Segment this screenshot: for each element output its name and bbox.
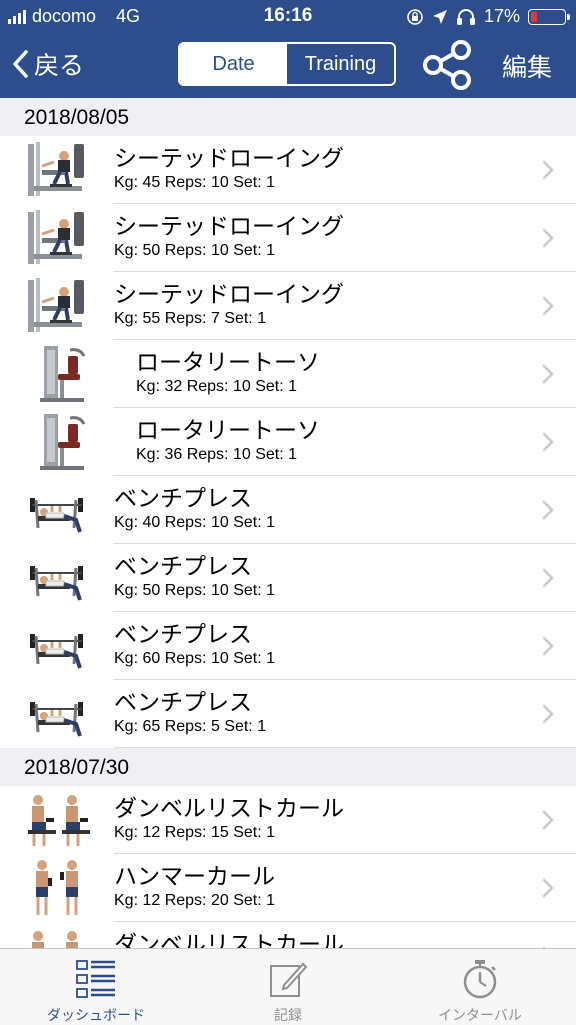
exercise-row[interactable]: ハンマーカール Kg: 12 Reps: 20 Set: 1 (0, 854, 576, 922)
exercise-detail: Kg: 55 Reps: 7 Set: 1 (114, 310, 267, 327)
exercise-name: ロータリートーソ (136, 417, 320, 443)
chevron-right-icon (542, 364, 554, 384)
exercise-detail: Kg: 50 Reps: 10 Set: 1 (114, 242, 275, 259)
chevron-right-icon (542, 432, 554, 452)
exercise-row[interactable]: ベンチプレス Kg: 65 Reps: 5 Set: 1 (0, 680, 576, 748)
segment-date[interactable]: Date (180, 44, 287, 84)
exercise-row[interactable]: シーテッドローイング Kg: 55 Reps: 7 Set: 1 (0, 272, 576, 340)
exercise-row[interactable]: ベンチプレス Kg: 60 Reps: 10 Set: 1 (0, 612, 576, 680)
exercise-detail: Kg: 50 Reps: 10 Set: 1 (114, 582, 275, 599)
exercise-name: ダンベルリストカール (114, 795, 344, 821)
chevron-right-icon (542, 704, 554, 724)
exercise-image-bench-press (24, 480, 92, 540)
exercise-row[interactable]: ダンベルリストカール Kg: 12 Reps: 15 Set: 1 (0, 786, 576, 854)
exercise-name: シーテッドローイング (114, 213, 344, 239)
exercise-name: ベンチプレス (114, 485, 252, 511)
exercise-image-wrist-curl (24, 926, 92, 948)
exercise-name: ダンベルリストカール (114, 931, 344, 948)
exercise-image-bench-press (24, 548, 92, 608)
chevron-right-icon (542, 500, 554, 520)
exercise-name: ロータリートーソ (136, 349, 320, 375)
section-header-date: 2018/07/30 (0, 748, 576, 786)
exercise-detail: Kg: 36 Reps: 10 Set: 1 (136, 446, 297, 463)
tab-dashboard-label: ダッシュボード (47, 1007, 145, 1023)
chevron-right-icon (542, 878, 554, 898)
exercise-detail: Kg: 32 Reps: 10 Set: 1 (136, 378, 297, 395)
tab-interval[interactable]: インターバル (384, 949, 576, 1025)
segment-training[interactable]: Training (287, 44, 394, 84)
tab-bar: ダッシュボード 記録 インターバル (0, 948, 576, 1025)
exercise-detail: Kg: 65 Reps: 5 Set: 1 (114, 718, 267, 735)
exercise-row[interactable]: ロータリートーソ Kg: 32 Reps: 10 Set: 1 (0, 340, 576, 408)
exercise-name: ベンチプレス (114, 621, 252, 647)
tab-interval-label: インターバル (438, 1007, 522, 1023)
share-button[interactable] (422, 40, 474, 95)
dashboard-icon (76, 960, 115, 998)
back-label: 戻る (34, 52, 85, 80)
exercise-row[interactable]: ベンチプレス Kg: 40 Reps: 10 Set: 1 (0, 476, 576, 544)
row-separator (114, 747, 576, 748)
edit-button[interactable]: 編集 (502, 48, 552, 84)
tab-dashboard[interactable]: ダッシュボード (0, 949, 192, 1025)
exercise-row[interactable]: ダンベルリストカール (0, 922, 576, 948)
chevron-right-icon (542, 160, 554, 180)
exercise-image-rotary-torso-machine (24, 344, 92, 404)
location-icon (432, 9, 447, 24)
section-header-date: 2018/08/05 (0, 98, 576, 136)
exercise-image-seated-row-machine (24, 208, 92, 268)
exercise-name: ベンチプレス (114, 553, 252, 579)
status-bar: docomo 4G 16:16 17% (0, 0, 576, 32)
exercise-detail: Kg: 40 Reps: 10 Set: 1 (114, 514, 275, 531)
exercise-name: ベンチプレス (114, 689, 252, 715)
view-mode-segmented-control: Date Training (178, 42, 396, 86)
exercise-detail: Kg: 12 Reps: 20 Set: 1 (114, 892, 275, 909)
exercise-image-seated-row-machine (24, 276, 92, 336)
exercise-row[interactable]: シーテッドローイング Kg: 45 Reps: 10 Set: 1 (0, 136, 576, 204)
exercise-detail: Kg: 45 Reps: 10 Set: 1 (114, 174, 275, 191)
exercise-name: シーテッドローイング (114, 281, 344, 307)
exercise-name: ハンマーカール (114, 863, 275, 889)
exercise-image-rotary-torso-machine (24, 412, 92, 472)
exercise-detail: Kg: 12 Reps: 15 Set: 1 (114, 824, 275, 841)
battery-percent: 17% (483, 6, 520, 26)
chevron-right-icon (542, 810, 554, 830)
back-button[interactable]: 戻る (12, 46, 84, 82)
headphones-icon (456, 8, 475, 25)
chevron-right-icon (542, 636, 554, 656)
share-icon (423, 40, 471, 90)
exercise-name: シーテッドローイング (114, 145, 344, 171)
exercise-image-bench-press (24, 616, 92, 676)
orientation-lock-icon (407, 8, 423, 25)
workout-history-list[interactable]: 2018/08/05 シーテッドローイング Kg: 45 Reps: 10 Set:… (0, 98, 576, 948)
stopwatch-icon (463, 960, 497, 999)
pencil-icon (270, 962, 308, 997)
exercise-row[interactable]: ロータリートーソ Kg: 36 Reps: 10 Set: 1 (0, 408, 576, 476)
exercise-detail: Kg: 60 Reps: 10 Set: 1 (114, 650, 275, 667)
tab-record-label: 記録 (274, 1007, 302, 1023)
navigation-bar: docomo 4G 16:16 17% 戻る Date Training 編集 (0, 0, 576, 98)
exercise-image-bench-press (24, 684, 92, 744)
exercise-image-wrist-curl (24, 790, 92, 850)
exercise-image-hammer-curl (24, 858, 92, 918)
chevron-right-icon (542, 228, 554, 248)
exercise-image-seated-row-machine (24, 140, 92, 200)
exercise-row[interactable]: ベンチプレス Kg: 50 Reps: 10 Set: 1 (0, 544, 576, 612)
chevron-right-icon (542, 296, 554, 316)
chevron-right-icon (542, 568, 554, 588)
battery-icon (528, 8, 570, 25)
chevron-left-icon (13, 50, 28, 78)
tab-record[interactable]: 記録 (192, 949, 384, 1025)
exercise-row[interactable]: シーテッドローイング Kg: 50 Reps: 10 Set: 1 (0, 204, 576, 272)
